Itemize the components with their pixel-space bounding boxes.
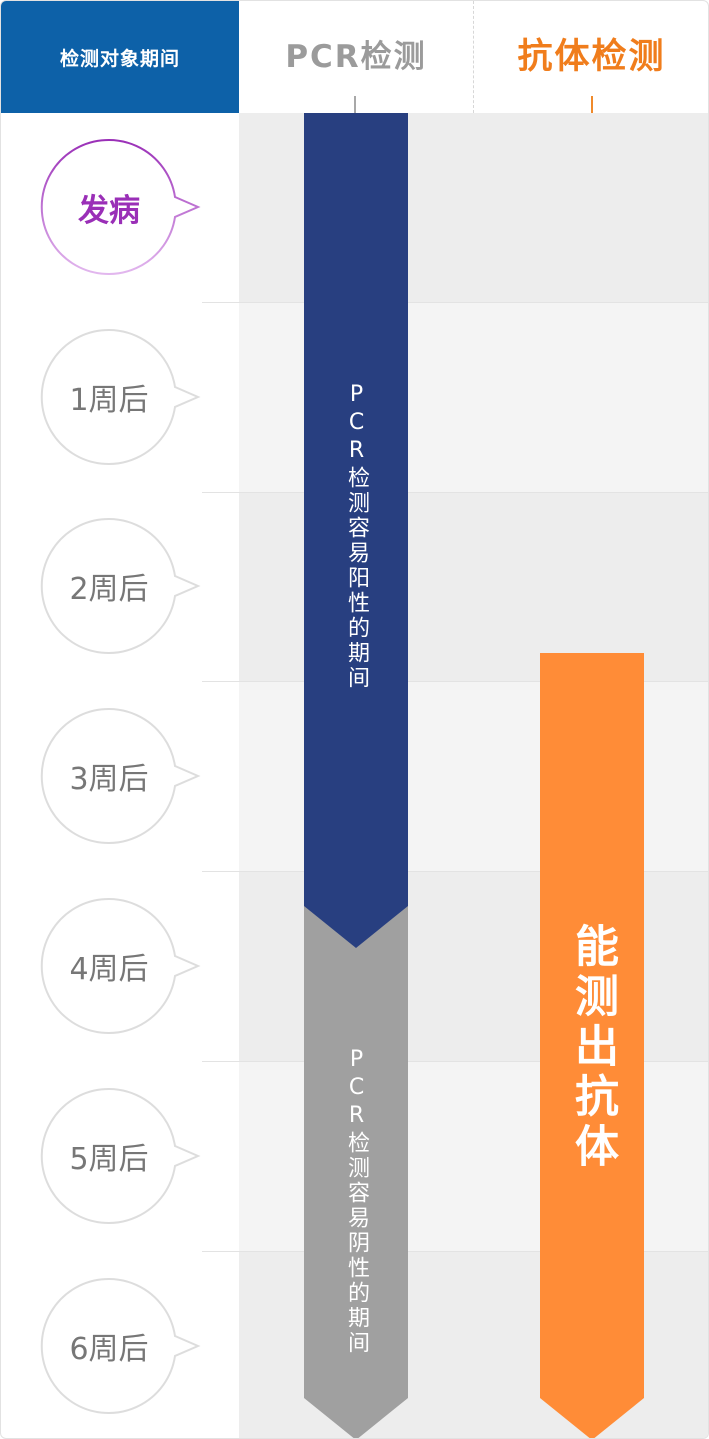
period-label: 5周后	[69, 1142, 149, 1177]
pcr-column-header: PCR检测	[285, 38, 427, 75]
period-label: 3周后	[69, 762, 149, 797]
period-label: 4周后	[69, 952, 149, 987]
antibody-detectable-label: 能测出抗体	[567, 923, 618, 1173]
period-label: 6周后	[69, 1332, 149, 1367]
timeline-diagram: 检测对象期间 PCR检测 抗体检测 发病 1周后 2周后 3周后 4周后 5周后…	[0, 0, 709, 1439]
period-label: 2周后	[69, 572, 149, 607]
antibody-detectable-arrow: 能测出抗体	[540, 653, 644, 1438]
pcr-header-tick	[354, 96, 356, 113]
antibody-header-tick	[591, 96, 593, 113]
period-column-header: 检测对象期间	[1, 1, 239, 113]
pcr-positive-period-label: PCR检测容易阳性的期间	[344, 381, 369, 691]
row-divider	[202, 492, 708, 493]
row-divider	[202, 302, 708, 303]
pcr-negative-period-arrow: PCR检测容易阴性的期间	[304, 881, 408, 1438]
period-label: 发病	[78, 192, 140, 229]
pcr-positive-period-arrow: PCR检测容易阳性的期间	[304, 113, 408, 948]
period-label: 1周后	[69, 383, 149, 418]
pcr-negative-period-label: PCR检测容易阴性的期间	[344, 1046, 369, 1356]
